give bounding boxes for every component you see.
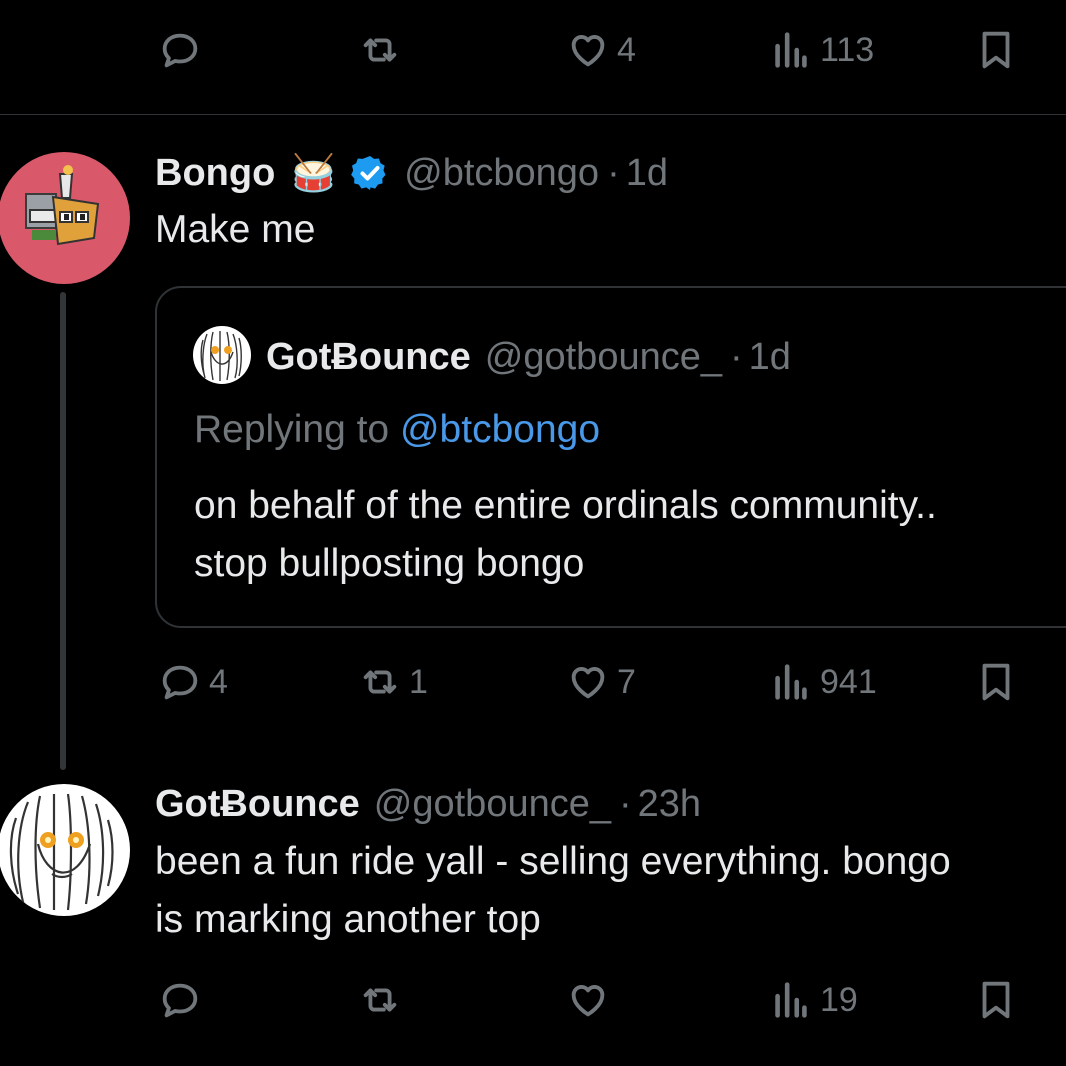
views-icon: [775, 982, 807, 1018]
like-count: 7: [617, 662, 636, 701]
timestamp[interactable]: 1d: [626, 152, 668, 195]
reply-timestamp[interactable]: 23h: [638, 783, 701, 826]
reply-count: 4: [209, 662, 228, 701]
reply-icon: [162, 665, 198, 700]
repost-count: 1: [409, 662, 428, 701]
top-like-button[interactable]: 4: [565, 20, 636, 80]
bongo-name-row: Bongo 🥁 @btcbongo · 1d: [155, 150, 668, 196]
views-button[interactable]: 941: [768, 652, 877, 712]
repost-icon: [363, 988, 397, 1012]
bongo-avatar[interactable]: [0, 152, 130, 284]
reply-handle[interactable]: @gotbounce_: [374, 783, 611, 826]
top-views-button[interactable]: 113: [768, 20, 874, 80]
top-repost-button[interactable]: [357, 20, 409, 80]
separator-dot: ·: [607, 151, 620, 194]
views-icon: [775, 664, 807, 700]
tweet-text: Make me: [155, 208, 316, 251]
replying-to-line: Replying to @btcbongo: [194, 408, 600, 452]
tweet-divider: [0, 114, 1066, 115]
bookmark-icon: [982, 663, 1010, 701]
bookmark-icon: [982, 981, 1010, 1019]
handle[interactable]: @btcbongo: [404, 152, 599, 195]
bookmark-button[interactable]: [973, 652, 1019, 712]
gotbounce-avatar[interactable]: [0, 784, 130, 916]
bookmark-icon: [982, 31, 1010, 69]
quoted-display-name[interactable]: GotɃounce: [266, 336, 471, 379]
reply-tweet-bookmark-button[interactable]: [973, 970, 1019, 1030]
reply-separator-dot: ·: [618, 782, 632, 825]
main-action-bar: 4 1 7 941: [0, 652, 1066, 712]
reply-action-bar: 19: [0, 970, 1066, 1030]
top-action-bar: 4 113: [0, 20, 1066, 80]
quoted-text-line1: on behalf of the entire ordinals communi…: [194, 484, 937, 527]
quoted-text-line2: stop bullposting bongo: [194, 542, 585, 585]
repost-icon: [363, 38, 397, 62]
quoted-gotbounce-avatar[interactable]: [193, 326, 251, 384]
reply-text-line1: been a fun ride yall - selling everythin…: [155, 840, 951, 883]
verified-badge-icon: [350, 153, 390, 193]
quoted-timestamp[interactable]: 1d: [749, 336, 791, 379]
replying-handle-link[interactable]: @btcbongo: [400, 408, 600, 451]
drum-emoji: 🥁: [291, 152, 337, 193]
reply-name-row: GotɃounce @gotbounce_ · 23h: [155, 781, 701, 827]
gotbounce-avatar-image: [200, 331, 242, 381]
display-name[interactable]: Bongo: [155, 152, 275, 195]
reply-display-name[interactable]: GotɃounce: [155, 783, 360, 826]
like-button[interactable]: 7: [565, 652, 636, 712]
gotbounce-avatar-image: [9, 793, 114, 911]
repost-icon: [363, 670, 397, 694]
like-icon: [571, 35, 605, 67]
reply-button[interactable]: 4: [157, 652, 228, 712]
like-icon: [571, 985, 605, 1017]
views-count: 941: [820, 662, 877, 701]
top-bookmark-button[interactable]: [973, 20, 1019, 80]
views-icon: [775, 32, 807, 68]
reply-icon: [162, 983, 198, 1018]
replying-prefix: Replying to: [194, 408, 390, 451]
repost-button[interactable]: 1: [357, 652, 428, 712]
reply-tweet-repost-button[interactable]: [357, 970, 409, 1030]
like-icon: [571, 667, 605, 699]
quoted-name-row: GotɃounce @gotbounce_ · 1d: [266, 334, 791, 380]
reply-icon: [162, 33, 198, 68]
reply-tweet-views-button[interactable]: 19: [768, 970, 858, 1030]
quoted-handle[interactable]: @gotbounce_: [485, 336, 722, 379]
quoted-separator-dot: ·: [729, 335, 743, 378]
reply-tweet-reply-button[interactable]: [157, 970, 209, 1030]
bongo-avatar-image: [25, 165, 100, 246]
reply-views-count: 19: [820, 980, 858, 1019]
reply-text-line2: is marking another top: [155, 898, 541, 941]
reply-tweet-like-button[interactable]: [565, 970, 617, 1030]
top-reply-button[interactable]: [157, 20, 209, 80]
